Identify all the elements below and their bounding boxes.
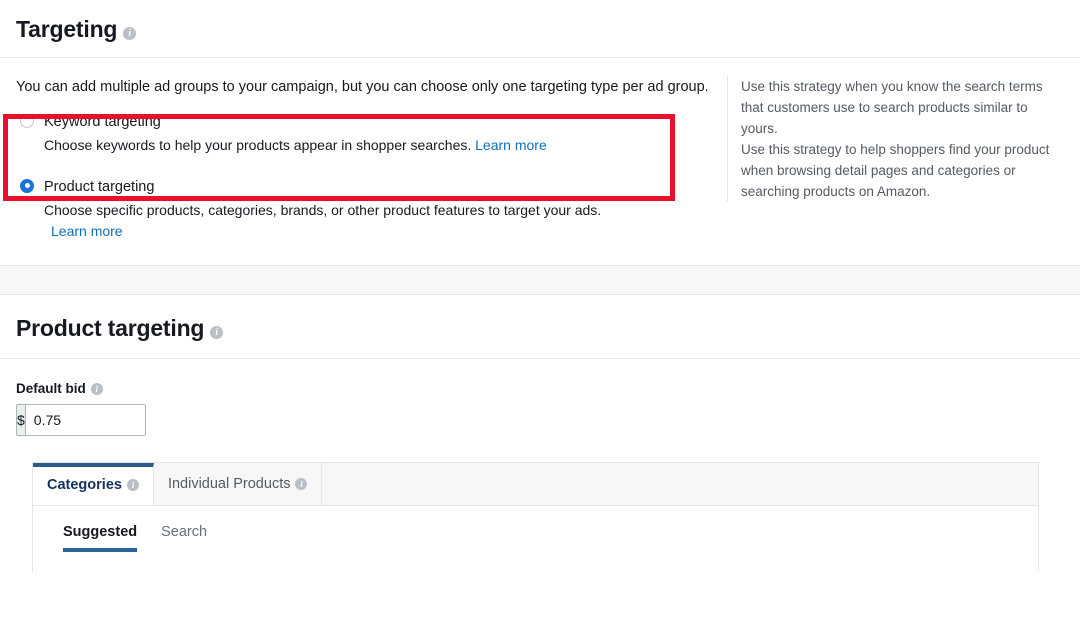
option-keyword-targeting-description-text: Choose keywords to help your products ap… (44, 136, 472, 153)
radio-keyword-targeting[interactable] (20, 113, 34, 128)
targeting-section-header: Targeting i (0, 0, 1080, 58)
option-keyword-targeting-label: Keyword targeting (44, 113, 161, 130)
tab-individual-products[interactable]: Individual Products i (153, 462, 323, 505)
help-paragraph-product: Use this strategy to help shoppers find … (741, 142, 1050, 199)
default-bid-input-group[interactable]: $ (16, 403, 146, 436)
subtab-search[interactable]: Search (161, 524, 207, 552)
default-bid-input[interactable] (25, 404, 145, 435)
targeting-options-list: Keyword targeting Choose keywords to hel… (16, 111, 706, 239)
product-targeting-section-body: Default bid i $ Categories i Individual Pr… (0, 359, 1080, 572)
option-keyword-targeting-description: Choose keywords to help your products ap… (44, 136, 706, 154)
learn-more-link-product[interactable]: Learn more (51, 223, 123, 239)
option-product-targeting-label: Product targeting (44, 178, 155, 195)
product-targeting-tabs-container: Categories i Individual Products i Suggest… (32, 461, 1039, 572)
info-icon-individual-products-tab[interactable]: i (295, 477, 308, 490)
info-icon-categories-tab[interactable]: i (126, 479, 139, 492)
product-targeting-section-header: Product targeting i (0, 295, 1080, 359)
page-title: Targeting (16, 16, 118, 42)
option-product-targeting-learn-block: Learn more (44, 223, 706, 239)
product-targeting-title: Product targeting (16, 314, 205, 341)
default-bid-label: Default bid (16, 380, 86, 396)
option-product-targeting[interactable]: Product targeting Choose specific produc… (16, 176, 706, 239)
tabs-row: Categories i Individual Products i (33, 462, 1038, 506)
default-bid-label-row: Default bid i (16, 381, 1064, 396)
tab-categories[interactable]: Categories i (33, 462, 154, 505)
radio-product-targeting[interactable] (20, 178, 34, 193)
option-product-targeting-description: Choose specific products, categories, br… (44, 201, 602, 218)
info-icon-targeting[interactable]: i (123, 27, 137, 40)
learn-more-link-keyword[interactable]: Learn more (475, 137, 547, 153)
targeting-help-panel: Use this strategy when you know the sear… (727, 76, 1065, 202)
targeting-section-body: You can add multiple ad groups to your c… (0, 58, 1080, 239)
subtab-suggested[interactable]: Suggested (63, 524, 138, 552)
tab-categories-label: Categories (47, 477, 122, 494)
section-divider-band (0, 264, 1080, 295)
info-icon-product-targeting[interactable]: i (210, 325, 224, 339)
option-keyword-targeting[interactable]: Keyword targeting Choose keywords to hel… (16, 111, 706, 154)
currency-symbol: $ (17, 404, 26, 435)
help-paragraph-keyword: Use this strategy when you know the sear… (741, 79, 1043, 136)
info-icon-default-bid[interactable]: i (90, 382, 103, 395)
subtabs-row: Suggested Search (33, 506, 1038, 552)
tab-individual-products-label: Individual Products (167, 475, 291, 492)
